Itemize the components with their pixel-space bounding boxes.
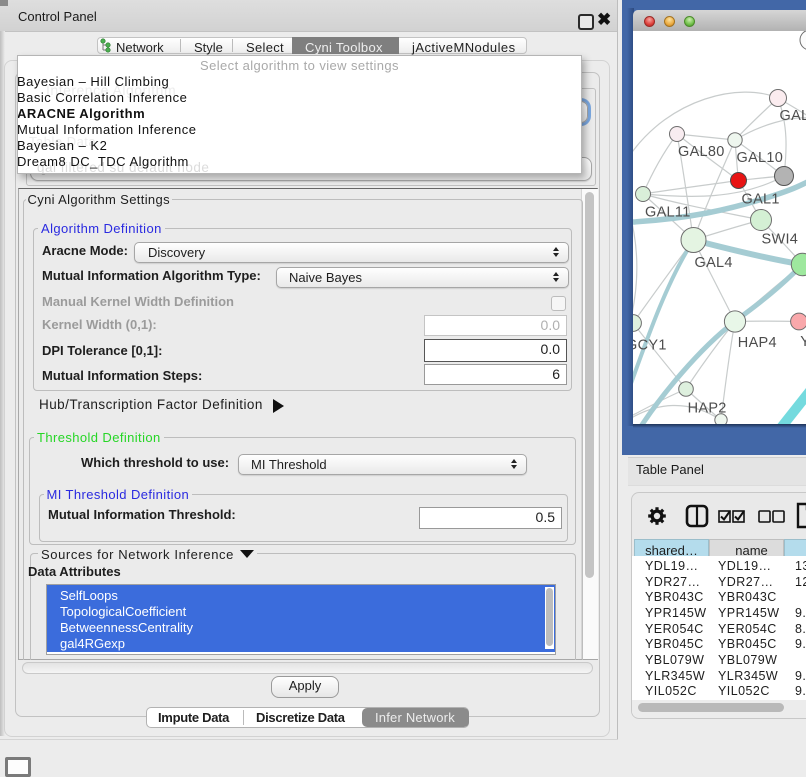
svg-text:SWI4: SWI4 bbox=[762, 232, 799, 248]
svg-text:HAP2: HAP2 bbox=[688, 401, 727, 417]
svg-text:HAP4: HAP4 bbox=[738, 335, 777, 351]
svg-text:GAL1: GAL1 bbox=[742, 192, 780, 208]
svg-text:GCY1: GCY1 bbox=[633, 338, 667, 354]
svg-text:GAL80: GAL80 bbox=[678, 144, 725, 160]
svg-text:GAL4: GAL4 bbox=[695, 255, 733, 271]
svg-text:GAL4: GAL4 bbox=[780, 108, 806, 124]
svg-text:Y: Y bbox=[800, 334, 806, 350]
svg-text:GAL11: GAL11 bbox=[645, 205, 691, 221]
svg-text:GAL10: GAL10 bbox=[737, 150, 784, 166]
